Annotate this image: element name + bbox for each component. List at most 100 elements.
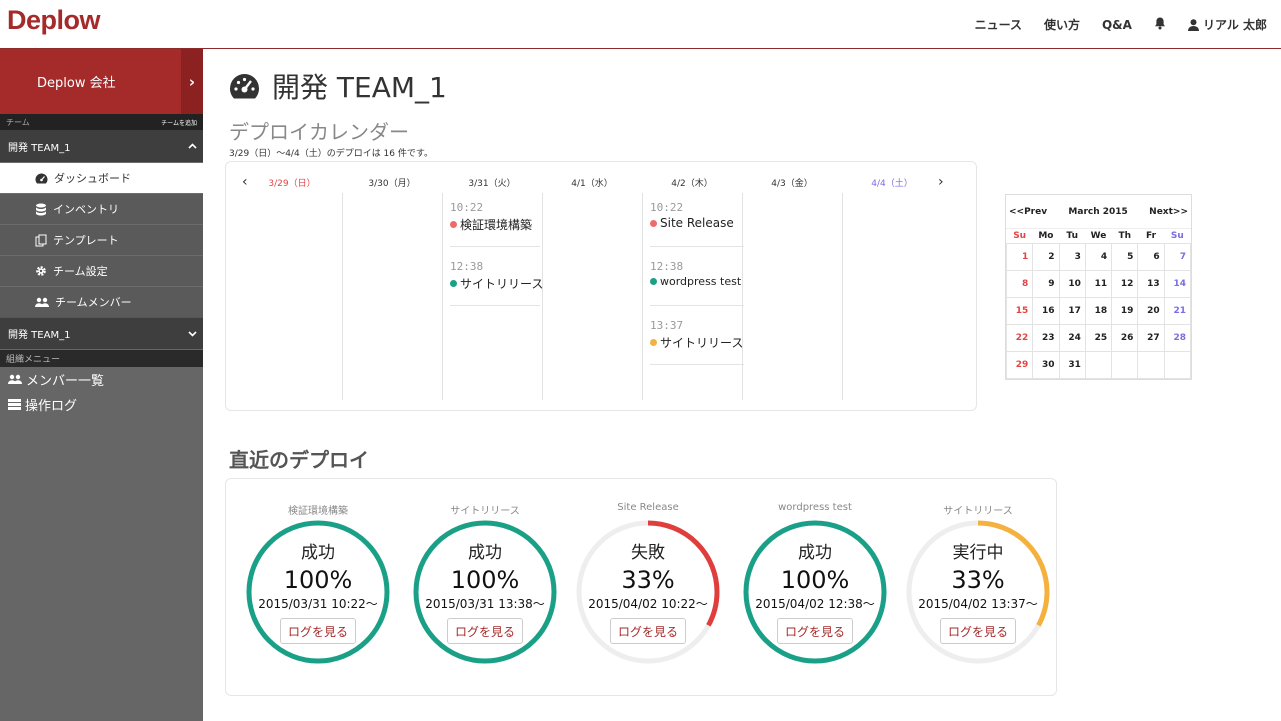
- day-cell[interactable]: 10: [1058, 269, 1086, 298]
- day-cell[interactable]: 13: [1137, 269, 1165, 298]
- day-cell[interactable]: 5: [1111, 242, 1139, 271]
- sidebar-item-label: テンプレート: [53, 234, 119, 247]
- day-cell[interactable]: 15: [1005, 296, 1034, 325]
- day-cell[interactable]: 12: [1111, 269, 1139, 298]
- day-cell[interactable]: 29: [1005, 350, 1034, 379]
- chevron-up-icon: [188, 143, 197, 149]
- day-cell[interactable]: 4: [1084, 242, 1113, 271]
- deploy-status: 失敗: [631, 543, 665, 563]
- sidebar-item-team-settings[interactable]: チーム設定: [0, 255, 203, 286]
- day-column: [542, 193, 642, 400]
- day-cell[interactable]: 8: [1005, 269, 1034, 298]
- bell-icon[interactable]: [1154, 17, 1166, 33]
- add-team-link[interactable]: チームを追加: [161, 118, 197, 127]
- day-cell: [1163, 350, 1192, 379]
- day-cell[interactable]: 20: [1137, 296, 1165, 325]
- nav-qa[interactable]: Q&A: [1102, 18, 1132, 32]
- deploy-card: 検証環境構築 成功 100% 2015/03/31 10:22～ ログを見る: [243, 479, 393, 689]
- nav-news[interactable]: ニュース: [975, 16, 1022, 33]
- weekday-header: Mo: [1038, 230, 1054, 241]
- dashboard-icon: [230, 74, 259, 99]
- day-column: [842, 193, 942, 400]
- ring-content: 成功 100% 2015/03/31 10:22～ ログを見る: [245, 519, 391, 665]
- deploy-percent: 100%: [780, 566, 850, 594]
- dashboard-icon: [35, 173, 48, 183]
- day-cell[interactable]: 25: [1084, 323, 1113, 352]
- day-cell[interactable]: 3: [1058, 242, 1086, 271]
- team-header-1[interactable]: 開発 TEAM_1: [0, 130, 203, 162]
- deploy-status: 実行中: [952, 543, 1004, 563]
- view-log-button[interactable]: ログを見る: [777, 618, 853, 644]
- day-cell[interactable]: 28: [1163, 323, 1192, 352]
- day-cell: [1084, 350, 1113, 379]
- day-cell[interactable]: 22: [1005, 323, 1034, 352]
- day-header: 4/2（木）: [671, 179, 713, 189]
- calendar-event[interactable]: 13:37 サイトリリース: [650, 317, 744, 365]
- sidebar-item-operation-log[interactable]: 操作ログ: [0, 392, 203, 417]
- calendar-event[interactable]: 12:38 wordpress test: [650, 258, 744, 306]
- sidebar-item-inventory[interactable]: インベントリ: [0, 193, 203, 224]
- mini-next-button[interactable]: Next>>: [1149, 207, 1188, 217]
- day-cell[interactable]: 1: [1005, 242, 1034, 271]
- team-section-label: チーム チームを追加: [0, 114, 203, 130]
- day-header: 4/4（土）: [871, 179, 913, 189]
- sidebar-item-label: メンバー一覧: [26, 374, 105, 389]
- calendar-event[interactable]: 10:22 検証環境構築: [450, 199, 540, 247]
- day-cell[interactable]: 7: [1163, 242, 1192, 271]
- day-cell[interactable]: 14: [1163, 269, 1192, 298]
- deploy-status: 成功: [798, 543, 832, 563]
- day-cell[interactable]: 30: [1032, 350, 1060, 379]
- chevron-down-icon: [188, 330, 197, 337]
- company-selector[interactable]: Deplow 会社 ›: [0, 49, 203, 114]
- weekday-header: Su: [1170, 230, 1184, 241]
- sidebar: Deplow 会社 › チーム チームを追加 開発 TEAM_1 ダッシュボード…: [0, 49, 203, 721]
- deploy-card: サイトリリース 成功 100% 2015/03/31 13:38～ ログを見る: [410, 479, 560, 689]
- team-header-2[interactable]: 開発 TEAM_1: [0, 317, 203, 349]
- sidebar-item-label: ダッシュボード: [54, 172, 131, 185]
- deplow-logo[interactable]: Deplow: [7, 5, 101, 36]
- day-cell[interactable]: 17: [1058, 296, 1086, 325]
- deploy-name: 検証環境構築: [288, 506, 348, 517]
- view-log-button[interactable]: ログを見る: [280, 618, 356, 644]
- day-cell[interactable]: 6: [1137, 242, 1165, 271]
- sidebar-item-dashboard[interactable]: ダッシュボード: [0, 162, 203, 193]
- day-cell[interactable]: 21: [1163, 296, 1192, 325]
- day-cell[interactable]: 27: [1137, 323, 1165, 352]
- status-dot: [450, 221, 457, 228]
- day-cell[interactable]: 31: [1058, 350, 1086, 379]
- day-cell[interactable]: 2: [1032, 242, 1060, 271]
- event-name: サイトリリース: [460, 277, 544, 291]
- day-cell[interactable]: 9: [1032, 269, 1060, 298]
- sidebar-item-label: 操作ログ: [25, 399, 78, 414]
- sidebar-item-template[interactable]: テンプレート: [0, 224, 203, 255]
- event-time: 10:22: [650, 201, 684, 214]
- ring-content: 成功 100% 2015/03/31 13:38～ ログを見る: [412, 519, 558, 665]
- view-log-button[interactable]: ログを見る: [610, 618, 686, 644]
- day-header: 3/31（火）: [468, 179, 516, 189]
- day-cell[interactable]: 18: [1084, 296, 1113, 325]
- calendar-event[interactable]: 12:38 サイトリリース: [450, 258, 544, 306]
- sidebar-item-member-list[interactable]: メンバー一覧: [0, 367, 203, 392]
- day-cell[interactable]: 19: [1111, 296, 1139, 325]
- view-log-button[interactable]: ログを見る: [447, 618, 523, 644]
- calendar-event[interactable]: 10:22 Site Release: [650, 199, 744, 247]
- day-cell[interactable]: 23: [1032, 323, 1060, 352]
- day-cell[interactable]: 11: [1084, 269, 1113, 298]
- day-cell[interactable]: 16: [1032, 296, 1060, 325]
- day-column: [242, 193, 342, 400]
- day-cell: [1111, 350, 1139, 379]
- view-log-button[interactable]: ログを見る: [940, 618, 1016, 644]
- mini-calendar: <<Prev March 2015 Next>> Su Mo Tu We Th …: [1005, 194, 1192, 380]
- sidebar-item-team-members[interactable]: チームメンバー: [0, 286, 203, 317]
- nav-howto[interactable]: 使い方: [1044, 16, 1080, 33]
- database-icon: [36, 203, 46, 215]
- users-icon: [8, 374, 22, 384]
- users-icon: [35, 297, 49, 307]
- mini-prev-button[interactable]: <<Prev: [1009, 207, 1047, 217]
- user-menu[interactable]: リアル 太郎: [1187, 16, 1267, 33]
- day-cell[interactable]: 24: [1058, 323, 1086, 352]
- chevron-right-icon[interactable]: ›: [181, 49, 203, 114]
- weekday-header: Tu: [1066, 230, 1078, 241]
- day-cell[interactable]: 26: [1111, 323, 1139, 352]
- day-header: 4/1（水）: [571, 179, 613, 189]
